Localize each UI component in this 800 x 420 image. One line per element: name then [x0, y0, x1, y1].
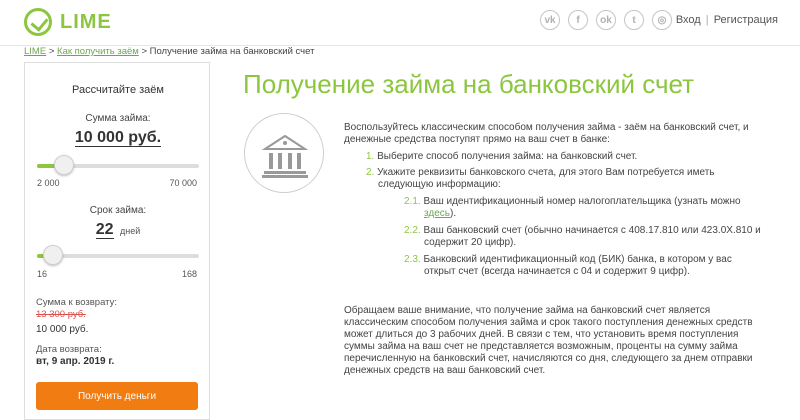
twitter-icon[interactable]: t — [624, 10, 644, 30]
step-2: 2. Укажите реквизиты банковского счета, … — [366, 167, 714, 179]
substep-2-2: 2.2. Ваш банковский счет (обычно начинае… — [404, 225, 761, 237]
substep-2-3: 2.3. Банковский идентификационный код (Б… — [404, 254, 732, 266]
lime-logo-icon — [24, 8, 52, 36]
substep-2-3-continued: открыт счет (всегда начинается с 04 и со… — [424, 266, 690, 277]
logo-text: LIME — [60, 10, 112, 33]
substep-number: 2.1. — [404, 196, 421, 207]
notice-line: денежных средств на ваш банковский счет. — [344, 365, 546, 376]
get-money-button[interactable]: Получить деньги — [36, 382, 198, 410]
notice-line: суммы займа на ваш счет не представляетс… — [344, 341, 738, 352]
substep-2-2-continued: содержит 20 цифр). — [424, 237, 517, 248]
substep-2-1-continued: здесь). — [424, 208, 456, 220]
instagram-icon[interactable]: ◎ — [652, 10, 672, 30]
intro-text: Воспользуйтесь классическим способом пол… — [344, 122, 774, 146]
bank-icon — [244, 113, 324, 193]
amount-label: Сумма займа: — [85, 113, 151, 124]
inn-lookup-link[interactable]: здесь — [424, 208, 450, 219]
odnoklassniki-icon[interactable]: ok — [596, 10, 616, 30]
register-link[interactable]: Регистрация — [714, 14, 778, 26]
notice-line: может длиться до 3 рабочих дней. В связи… — [344, 329, 739, 340]
term-slider[interactable] — [37, 245, 199, 265]
loan-calculator: Рассчитайте заём Сумма займа: 10 000 руб… — [24, 62, 210, 420]
substep-text: Ваш банковский счет (обычно начинается с… — [423, 225, 761, 236]
notice-line: Обращаем ваше внимание, что получение за… — [344, 305, 711, 316]
substep-2-1: 2.1. Ваш идентификационный номер налогоп… — [404, 196, 741, 208]
term-value[interactable]: 22 — [95, 221, 114, 239]
return-label: Сумма к возврату: — [36, 297, 118, 308]
return-date: вт, 9 апр. 2019 г. — [36, 356, 115, 367]
substep-text: Ваш идентификационный номер налогоплател… — [423, 196, 741, 207]
step-text: Выберите способ получения займа: на банк… — [377, 151, 638, 162]
term-label: Срок займа: — [89, 205, 147, 216]
amount-value[interactable]: 10 000 руб. — [74, 129, 162, 147]
calculator-title: Рассчитайте заём — [72, 84, 164, 96]
term-slider-handle[interactable] — [43, 245, 63, 265]
auth-links: Вход | Регистрация — [676, 14, 778, 26]
step-number: 2. — [366, 167, 375, 178]
step-text: Укажите реквизиты банковского счета, для… — [377, 167, 715, 178]
vk-icon[interactable]: vk — [540, 10, 560, 30]
breadcrumb-home[interactable]: LIME — [24, 46, 46, 57]
term-value-wrap: 22 дней — [25, 221, 211, 239]
notice-line: перечисленную на банковский счет, начисл… — [344, 353, 753, 364]
breadcrumb-sep: > — [141, 46, 148, 57]
intro-line: Воспользуйтесь классическим способом пол… — [344, 122, 749, 133]
return-new-sum: 10 000 руб. — [36, 324, 89, 335]
amount-value-wrap: 10 000 руб. — [25, 129, 211, 147]
breadcrumb-sep: > — [48, 46, 55, 57]
term-max: 168 — [181, 269, 197, 279]
substep-tail: ). — [449, 208, 457, 219]
return-old-sum: 13 300 руб. — [36, 309, 86, 320]
amount-slider-handle[interactable] — [54, 155, 74, 175]
page-title: Получение займа на банковский счет — [243, 69, 694, 99]
site-header: LIME vk f ok t ◎ Вход | Регистрация — [0, 0, 800, 46]
term-unit: дней — [119, 226, 141, 236]
intro-line: денежные средства поступят прямо на ваш … — [344, 134, 610, 145]
amount-max: 70 000 — [169, 178, 197, 188]
notice-line: классическим способом получения займа и … — [344, 317, 753, 328]
auth-separator: | — [705, 14, 709, 26]
lime-logo[interactable]: LIME — [24, 8, 112, 36]
social-links: vk f ok t ◎ — [540, 10, 672, 30]
substep-number: 2.3. — [404, 254, 421, 265]
step-2-continued: следующую информацию: — [378, 179, 501, 190]
notice-paragraph: Обращаем ваше внимание, что получение за… — [344, 305, 774, 377]
step-number: 1. — [366, 151, 375, 162]
amount-min: 2 000 — [37, 178, 60, 188]
amount-slider[interactable] — [37, 155, 199, 175]
date-label: Дата возврата: — [36, 344, 102, 355]
step-1: 1. Выберите способ получения займа: на б… — [366, 151, 637, 163]
login-link[interactable]: Вход — [676, 14, 701, 26]
breadcrumb-current: Получение займа на банковский счет — [149, 46, 315, 57]
substep-number: 2.2. — [404, 225, 421, 236]
substep-text: Банковский идентификационный код (БИК) б… — [423, 254, 732, 265]
facebook-icon[interactable]: f — [568, 10, 588, 30]
breadcrumb-how-to[interactable]: Как получить заём — [57, 46, 139, 57]
term-min: 16 — [37, 269, 48, 279]
breadcrumb: LIME > Как получить заём > Получение зай… — [24, 46, 314, 57]
